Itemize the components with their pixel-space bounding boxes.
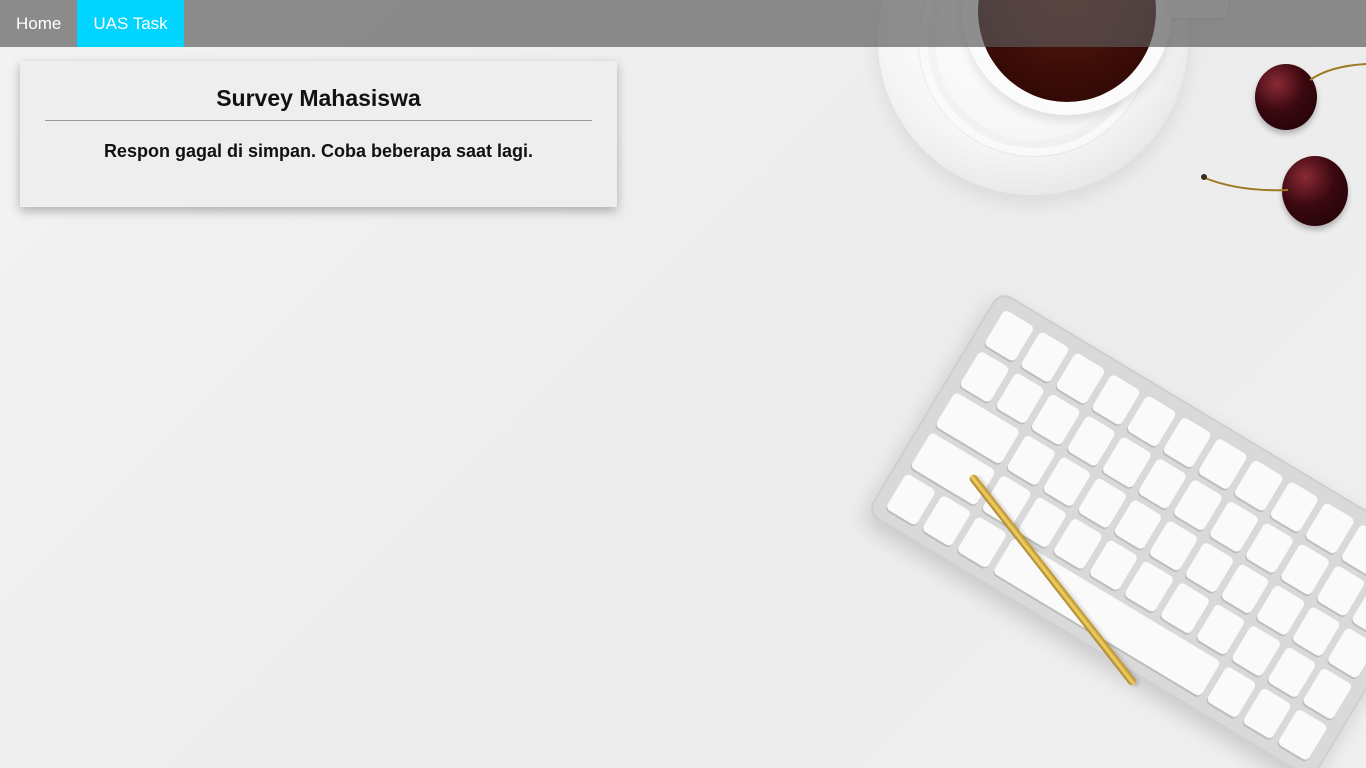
card-title: Survey Mahasiswa <box>216 85 421 111</box>
card-divider <box>45 120 592 121</box>
nav-uas-task-link[interactable]: UAS Task <box>77 0 184 47</box>
nav-home-link[interactable]: Home <box>0 0 77 47</box>
top-navbar: Home UAS Task <box>0 0 1366 47</box>
error-message: Respon gagal di simpan. Coba beberapa sa… <box>103 141 534 161</box>
survey-card: Survey Mahasiswa Respon gagal di simpan.… <box>20 61 617 207</box>
